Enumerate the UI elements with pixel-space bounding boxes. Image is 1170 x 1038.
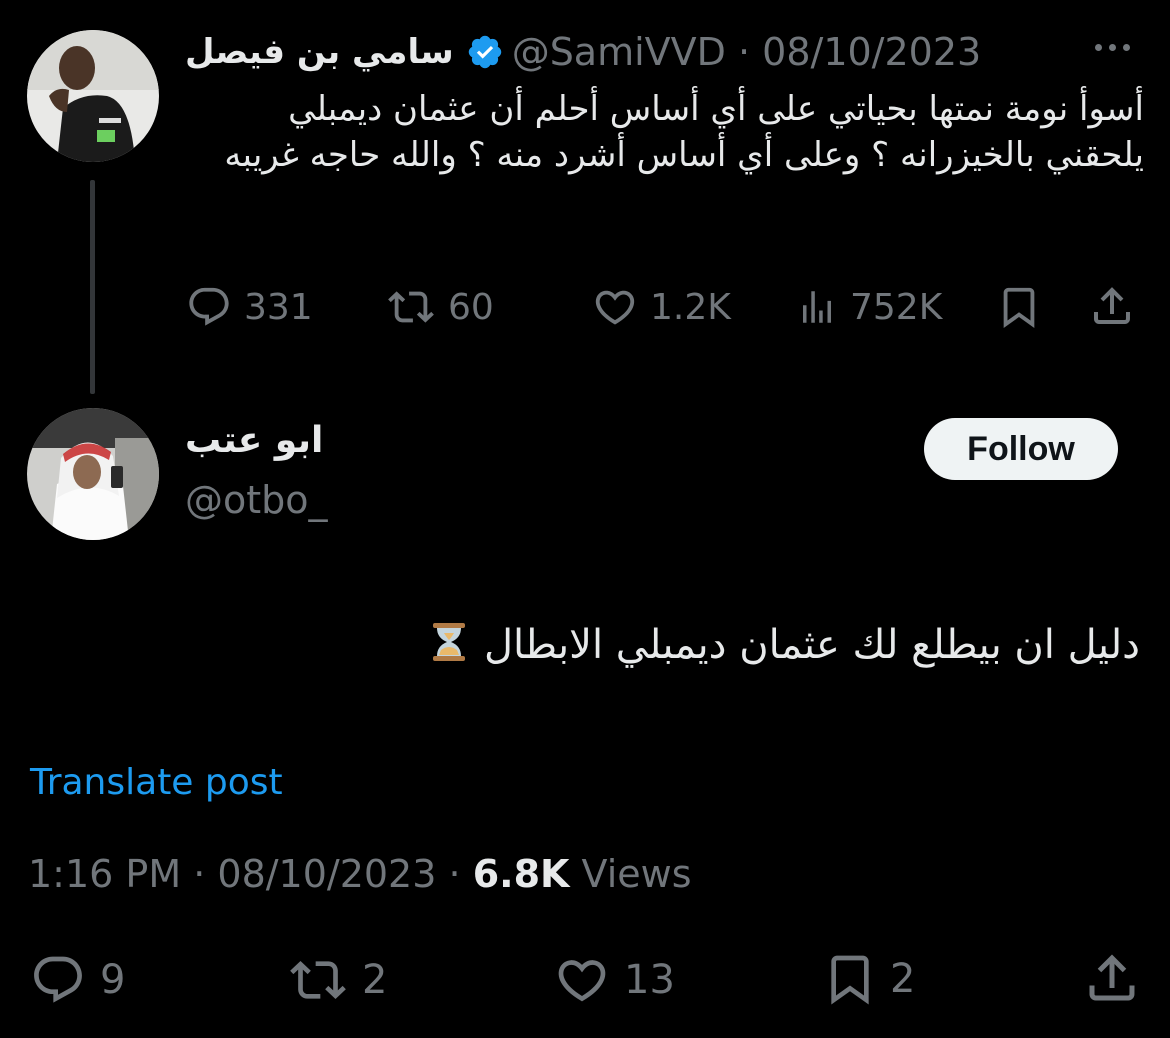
verified-badge-icon[interactable] <box>466 33 504 71</box>
follow-button[interactable]: Follow <box>924 418 1118 480</box>
reply-avatar[interactable] <box>27 408 159 540</box>
reply-date[interactable]: 08/10/2023 <box>217 852 436 896</box>
reply-repost-count: 2 <box>362 957 388 1003</box>
reply-text-body: دليل ان بيطلع لك عثمان ديمبلي الابطال <box>483 622 1140 668</box>
parent-tweet-text: أسوأ نومة نمتها بحياتي على أي أساس أحلم … <box>224 89 1144 175</box>
parent-like-count: 1.2K <box>650 286 731 328</box>
share-icon <box>1089 954 1135 1001</box>
bookmark-icon <box>1003 287 1035 328</box>
meta-separator: · <box>193 852 218 896</box>
heart-icon <box>595 290 635 325</box>
heart-icon <box>558 960 606 1002</box>
parent-reply-count: 331 <box>244 286 313 328</box>
reply-time[interactable]: 1:16 PM <box>28 852 181 896</box>
thread-line <box>90 180 95 394</box>
repost-icon <box>290 961 346 999</box>
reply-meta: 1:16 PM · 08/10/2023 · 6.8K Views <box>28 852 692 896</box>
parent-author-name[interactable]: سامي بن فيصل <box>185 32 454 72</box>
parent-like-button[interactable]: 1.2K <box>592 284 731 330</box>
reply-views-label: Views <box>581 852 692 896</box>
parent-avatar[interactable] <box>27 30 159 162</box>
reply-like-button[interactable]: 13 <box>552 952 675 1008</box>
meta-separator: · <box>725 30 763 74</box>
parent-views-button[interactable]: 752K <box>796 284 942 330</box>
reply-repost-button[interactable]: 2 <box>286 952 387 1008</box>
meta-separator: · <box>448 852 473 896</box>
share-icon <box>1094 287 1130 324</box>
more-options-icon[interactable] <box>1088 36 1130 55</box>
parent-reply-button[interactable]: 331 <box>186 284 313 330</box>
views-icon <box>803 291 831 323</box>
parent-repost-count: 60 <box>448 286 494 328</box>
reply-bookmark-button[interactable]: 2 <box>822 948 915 1010</box>
reply-bookmark-count: 2 <box>890 956 916 1002</box>
hourglass-icon <box>427 620 471 674</box>
parent-handle[interactable]: @SamiVVD <box>512 30 726 74</box>
translate-post-link[interactable]: Translate post <box>30 762 283 803</box>
reply-share-button[interactable] <box>1082 948 1142 1008</box>
parent-header: سامي بن فيصل @SamiVVD · 08/10/2023 <box>185 26 1130 78</box>
reply-views-count: 6.8K <box>472 852 570 896</box>
reply-handle[interactable]: @otbo_ <box>185 478 328 522</box>
parent-bookmark-button[interactable] <box>996 282 1042 332</box>
reply-icon <box>34 956 82 1003</box>
bookmark-icon <box>831 955 869 1005</box>
reply-reply-button[interactable]: 9 <box>28 952 125 1008</box>
parent-views-count: 752K <box>850 286 943 328</box>
repost-icon <box>388 291 434 323</box>
reply-tweet-text: دليل ان بيطلع لك عثمان ديمبلي الابطال <box>417 620 1140 674</box>
reply-like-count: 13 <box>624 957 675 1003</box>
reply-reply-count: 9 <box>100 957 126 1003</box>
parent-repost-button[interactable]: 60 <box>386 284 494 330</box>
reply-author-name[interactable]: ابو عتب <box>185 420 323 461</box>
parent-share-button[interactable] <box>1088 282 1136 330</box>
parent-date[interactable]: 08/10/2023 <box>762 30 981 74</box>
reply-icon <box>189 287 229 326</box>
